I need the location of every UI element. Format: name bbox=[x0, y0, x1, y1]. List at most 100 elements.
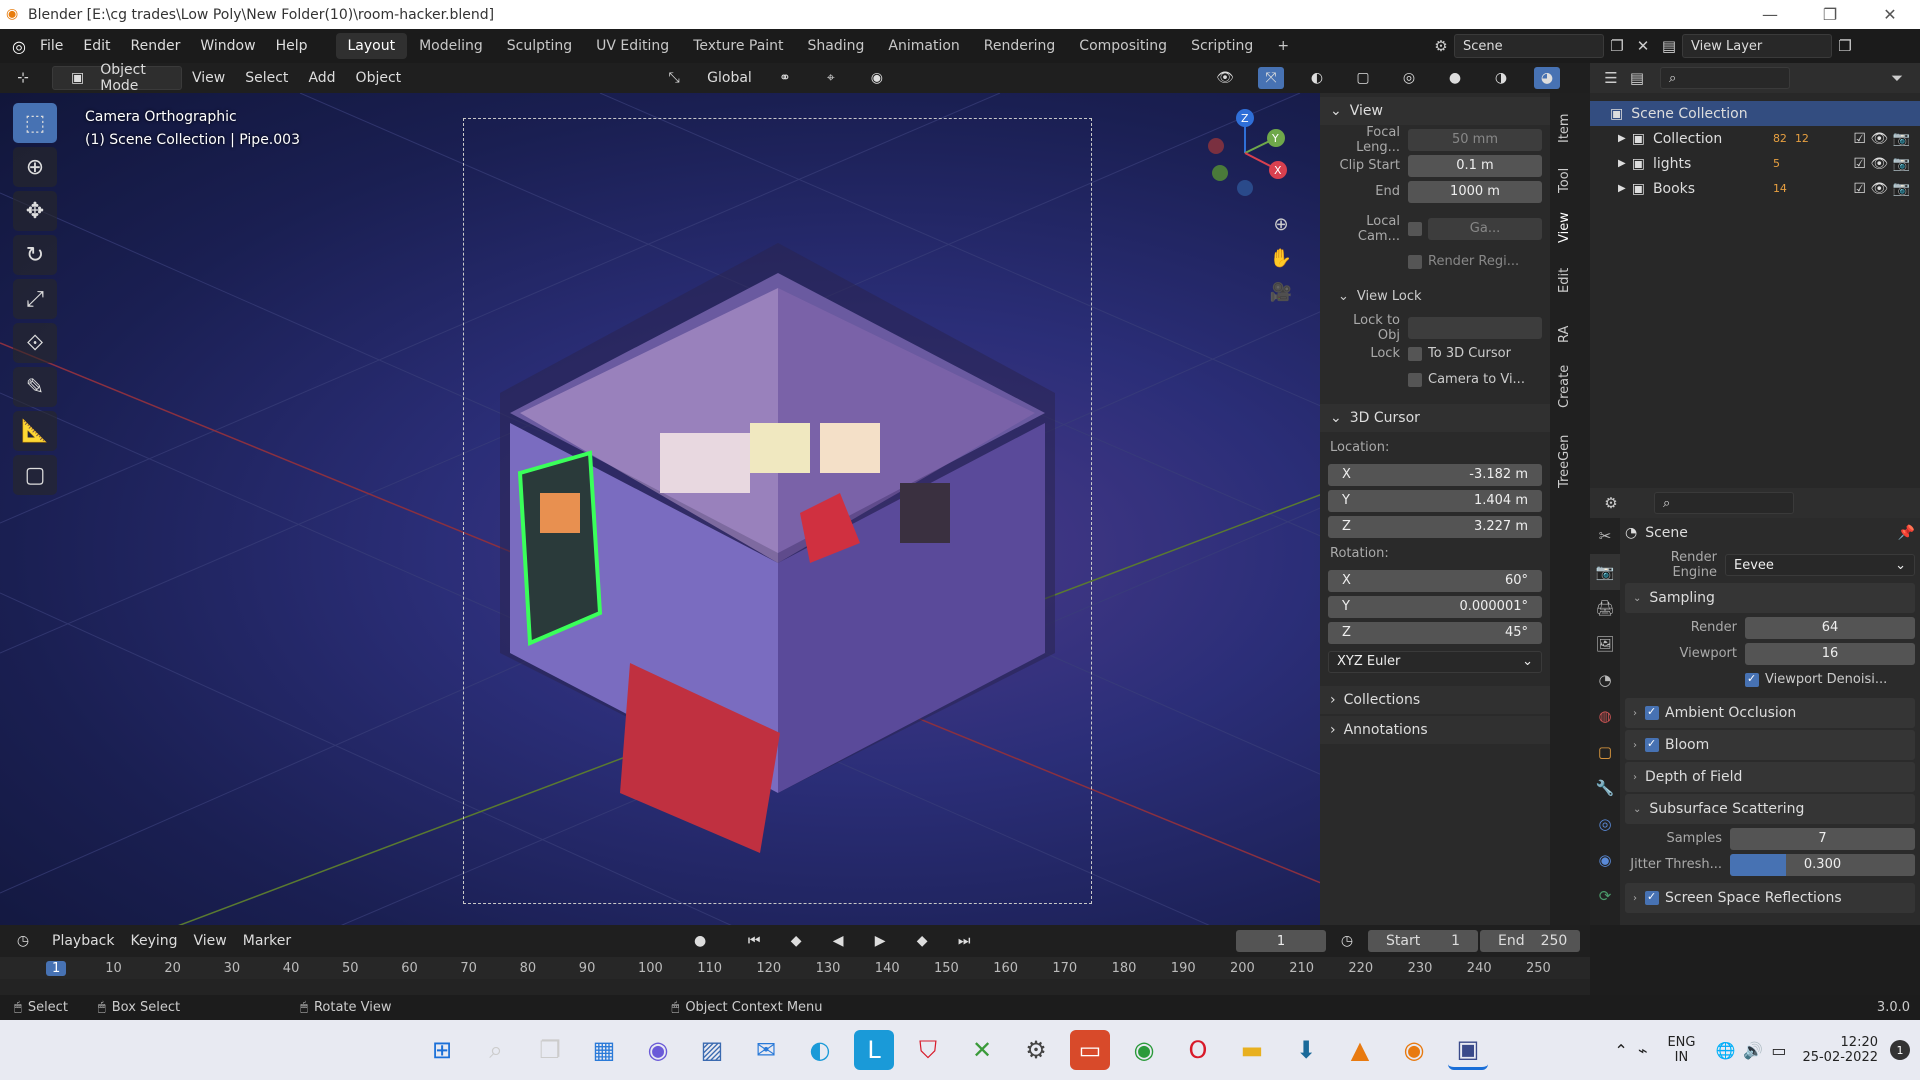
ao-section[interactable]: › Ambient Occlusion bbox=[1625, 698, 1915, 728]
menu-window[interactable]: Window bbox=[190, 38, 265, 54]
transform-orientation-icon[interactable]: ⤡ bbox=[661, 67, 687, 89]
widgets-icon[interactable]: ▦ bbox=[584, 1030, 624, 1070]
navigation-gizmo[interactable]: Z Y X bbox=[1200, 108, 1290, 208]
end-frame-field[interactable]: End 250 bbox=[1480, 930, 1580, 952]
modifier-tab-icon[interactable]: 🔧 bbox=[1590, 770, 1620, 806]
cursor-rotation-x[interactable]: X 60° bbox=[1328, 569, 1542, 592]
frame-ruler[interactable]: 1 10 20 30 40 50 60 70 80 90 100 110 120 130 140 150 160… bbox=[0, 957, 1590, 979]
menu-render[interactable]: Render bbox=[121, 38, 191, 54]
cursor-location-x[interactable]: X -3.182 m bbox=[1328, 463, 1542, 486]
show-hidden-icon[interactable]: ⌃ bbox=[1614, 1041, 1627, 1060]
viewport-denoise-checkbox[interactable] bbox=[1745, 672, 1759, 687]
move-tool-icon[interactable]: ✥ bbox=[13, 191, 57, 231]
rotation-mode-dropdown[interactable]: XYZ Euler ⌄ bbox=[1328, 650, 1542, 673]
local-camera-field[interactable]: Ga... bbox=[1428, 217, 1542, 240]
workspace-tab-layout[interactable]: Layout bbox=[335, 33, 408, 59]
office-icon[interactable]: ▭ bbox=[1070, 1030, 1110, 1070]
globe-icon[interactable]: 🌐 bbox=[1715, 1041, 1735, 1060]
xray-icon[interactable]: ▢ bbox=[1350, 67, 1376, 89]
scene-tab-icon[interactable]: ◔ bbox=[1590, 662, 1620, 698]
bloom-checkbox[interactable] bbox=[1645, 737, 1659, 752]
vlc-icon[interactable]: ▲ bbox=[1340, 1030, 1380, 1070]
notification-badge[interactable]: 1 bbox=[1890, 1040, 1910, 1060]
language-indicator[interactable]: ENG IN bbox=[1667, 1035, 1695, 1065]
clock-icon[interactable]: ◷ bbox=[1334, 930, 1360, 952]
expand-arrow-icon[interactable]: ▶ bbox=[1618, 158, 1626, 169]
workspace-tab-animation[interactable]: Animation bbox=[876, 33, 971, 59]
editor-type-icon[interactable]: ⊹ bbox=[10, 67, 36, 89]
chrome-icon[interactable]: ◉ bbox=[1124, 1030, 1164, 1070]
clip-end-field[interactable]: 1000 m bbox=[1408, 180, 1542, 203]
next-keyframe-icon[interactable]: ◆ bbox=[909, 930, 935, 952]
workspace-tab-texture-paint[interactable]: Texture Paint bbox=[681, 33, 795, 59]
solid-shading-icon[interactable]: ● bbox=[1442, 67, 1468, 89]
snap-icon[interactable]: ⌖ bbox=[818, 67, 844, 89]
play-reverse-icon[interactable]: ◀ bbox=[825, 930, 851, 952]
collections-section-header[interactable]: › Collections bbox=[1320, 686, 1550, 714]
properties-editor-icon[interactable]: ⚙ bbox=[1598, 492, 1624, 514]
constraints-tab-icon[interactable]: ⟳ bbox=[1590, 878, 1620, 914]
timeline-menu-marker[interactable]: Marker bbox=[243, 933, 291, 949]
visibility-icons[interactable]: ☑ 👁 📷 bbox=[1853, 131, 1910, 147]
outliner-editor-icon[interactable]: ☰ bbox=[1598, 67, 1624, 89]
play-icon[interactable]: ▶ bbox=[867, 930, 893, 952]
scene-icon[interactable]: ⚙ bbox=[1428, 35, 1454, 57]
view-layer-selector[interactable]: View Layer bbox=[1682, 34, 1832, 58]
scale-tool-icon[interactable]: ⤢ bbox=[13, 279, 57, 319]
physics-tab-icon[interactable]: ◉ bbox=[1590, 842, 1620, 878]
search-icon[interactable]: ⌕ bbox=[476, 1030, 516, 1070]
opera-icon[interactable]: O bbox=[1178, 1030, 1218, 1070]
network-off-icon[interactable]: ⌁ bbox=[1638, 1041, 1648, 1060]
camera-view-icon[interactable]: 🎥 bbox=[1268, 281, 1294, 303]
workspace-tab-scripting[interactable]: Scripting bbox=[1179, 33, 1265, 59]
edge-icon[interactable]: ◐ bbox=[800, 1030, 840, 1070]
pivot-icon[interactable]: ⚭ bbox=[772, 67, 798, 89]
add-cube-tool-icon[interactable]: ▢ bbox=[13, 455, 57, 495]
menu-edit[interactable]: Edit bbox=[73, 38, 120, 54]
viewport-menu-object[interactable]: Object bbox=[356, 70, 402, 86]
ssr-section[interactable]: › Screen Space Reflections bbox=[1625, 883, 1915, 913]
workspace-tab-shading[interactable]: Shading bbox=[796, 33, 877, 59]
new-scene-icon[interactable]: ❐ bbox=[1604, 35, 1630, 57]
tool-tab-icon[interactable]: ✂ bbox=[1590, 518, 1620, 554]
maximize-button[interactable]: ❐ bbox=[1800, 0, 1860, 29]
clock[interactable]: 12:20 25-02-2022 bbox=[1802, 1035, 1878, 1065]
focal-length-field[interactable]: 50 mm bbox=[1408, 128, 1542, 151]
mail-icon[interactable]: ✉ bbox=[746, 1030, 786, 1070]
tab-edit[interactable]: Edit bbox=[1557, 268, 1572, 293]
visibility-icon[interactable]: 👁 bbox=[1212, 67, 1238, 89]
dof-section[interactable]: › Depth of Field bbox=[1625, 762, 1915, 792]
tab-item[interactable]: Item bbox=[1557, 113, 1572, 143]
timeline-menu-view[interactable]: View bbox=[194, 933, 227, 949]
cursor-location-z[interactable]: Z 3.227 m bbox=[1328, 515, 1542, 538]
visibility-icons[interactable]: ☑ 👁 📷 bbox=[1853, 181, 1910, 197]
outliner-item-lights[interactable]: ▶ ▣ lights 5 ☑ 👁 📷 bbox=[1590, 151, 1920, 176]
cursor-tool-icon[interactable]: ⊕ bbox=[13, 147, 57, 187]
display-mode-icon[interactable]: ▤ bbox=[1624, 67, 1650, 89]
tab-view[interactable]: View bbox=[1557, 212, 1572, 243]
overlay-icon[interactable]: ◐ bbox=[1304, 67, 1330, 89]
cursor-rotation-y[interactable]: Y 0.000001° bbox=[1328, 595, 1542, 618]
outliner-item-collection[interactable]: ▶ ▣ Collection 82 12 ☑ 👁 📷 bbox=[1590, 126, 1920, 151]
timeline-menu-playback[interactable]: Playback bbox=[52, 933, 114, 949]
transform-orientation[interactable]: Global bbox=[707, 70, 752, 86]
settings-icon[interactable]: ⚙ bbox=[1016, 1030, 1056, 1070]
minimize-button[interactable]: — bbox=[1740, 0, 1800, 29]
jump-end-icon[interactable]: ⏭ bbox=[951, 930, 977, 952]
render-tab-icon[interactable]: 📷 bbox=[1590, 554, 1620, 590]
select-box-tool-icon[interactable]: ⬚ bbox=[13, 103, 57, 143]
zoom-icon[interactable]: ⊕ bbox=[1268, 213, 1294, 235]
workspace-tab--[interactable]: + bbox=[1265, 33, 1301, 59]
delete-scene-icon[interactable]: ✕ bbox=[1630, 35, 1656, 57]
teams-chat-icon[interactable]: ◉ bbox=[638, 1030, 678, 1070]
timeline-menu-keying[interactable]: Keying bbox=[130, 933, 177, 949]
ssr-checkbox[interactable] bbox=[1645, 890, 1659, 905]
download-app-icon[interactable]: ⬇ bbox=[1286, 1030, 1326, 1070]
viewport-samples-field[interactable]: 16 bbox=[1745, 642, 1915, 665]
particles-tab-icon[interactable]: ◎ bbox=[1590, 806, 1620, 842]
output-tab-icon[interactable]: 🖨 bbox=[1590, 590, 1620, 626]
render-region-checkbox[interactable] bbox=[1408, 254, 1422, 269]
timeline-editor-icon[interactable]: ◷ bbox=[10, 930, 36, 952]
cursor-rotation-z[interactable]: Z 45° bbox=[1328, 621, 1542, 644]
view-lock-title[interactable]: View Lock bbox=[1357, 289, 1422, 304]
